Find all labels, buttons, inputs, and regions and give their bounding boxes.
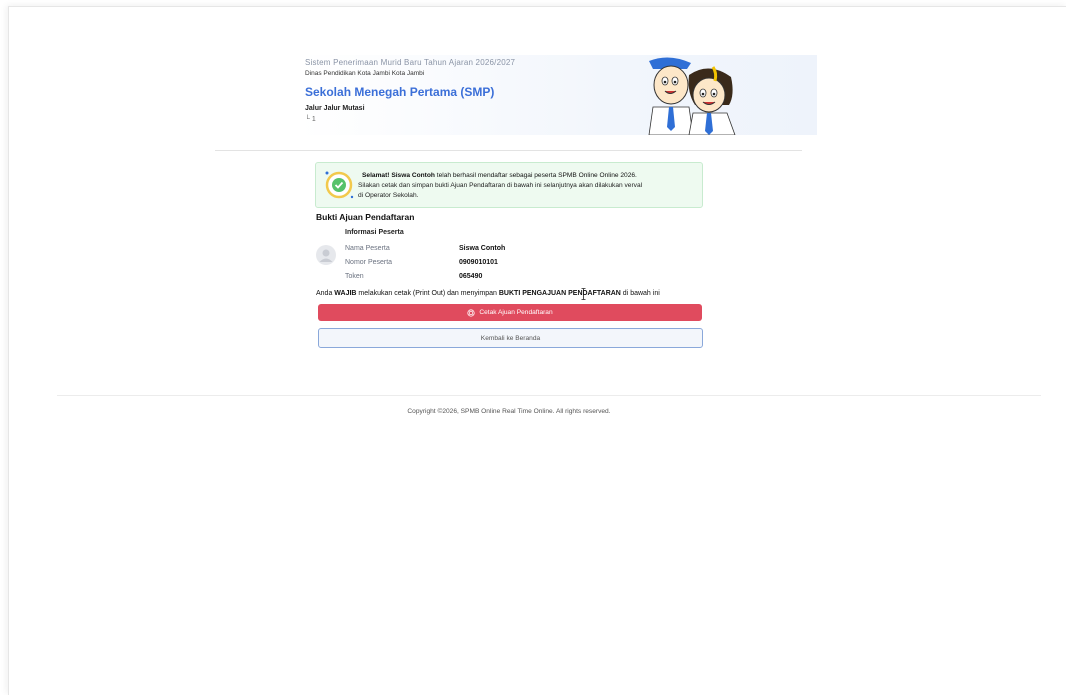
print-notice: Anda WAJIB melakukan cetak (Print Out) d… [316,290,660,297]
text-cursor-icon [581,288,586,300]
user-icon [319,249,333,262]
back-to-home-button[interactable]: Kembali ke Beranda [318,328,703,348]
value-token: 065490 [459,273,483,280]
check-circle-icon [325,171,354,199]
label-nomor-peserta: Nomor Peserta [345,259,393,266]
print-application-button[interactable]: Cetak Ajuan Pendaftaran [318,304,702,321]
system-name: Sistem Penerimaan Murid Baru Tahun Ajara… [305,58,516,67]
value-nomor-peserta: 0909010101 [459,259,498,266]
jalur-sub: └ 1 [305,116,316,123]
avatar [316,245,336,265]
section-title: Bukti Ajuan Pendaftaran [316,212,415,222]
browser-page: Sistem Penerimaan Murid Baru Tahun Ajara… [8,6,1066,695]
dinas-name: Dinas Pendidikan Kota Jambi Kota Jambi [305,70,425,77]
label-nama-peserta: Nama Peserta [345,245,390,252]
alert-message-line1: Selamat! Siswa Contoh telah berhasil men… [362,172,637,179]
school-level-title: Sekolah Menegah Pertama (SMP) [305,85,495,99]
printer-icon [467,308,475,317]
alert-message-line3: di Operator Sekolah. [358,192,419,199]
print-button-label: Cetak Ajuan Pendaftaran [479,309,553,316]
value-nama-peserta: Siswa Contoh [459,245,506,252]
page-header: Sistem Penerimaan Murid Baru Tahun Ajara… [299,55,817,135]
jalur-label: Jalur Jalur Mutasi [305,105,365,112]
back-button-label: Kembali ke Beranda [480,334,541,342]
footer-copyright: Copyright ©2026, SPMB Online Real Time O… [407,408,611,415]
footer-divider [57,395,1041,396]
info-title: Informasi Peserta [345,229,404,236]
student-mascot-illustration [648,57,736,135]
success-alert: Selamat! Siswa Contoh telah berhasil men… [315,162,703,208]
header-divider [215,150,802,151]
alert-message-line2: Silakan cetak dan simpan bukti Ajuan Pen… [358,182,643,189]
label-token: Token [345,273,364,280]
